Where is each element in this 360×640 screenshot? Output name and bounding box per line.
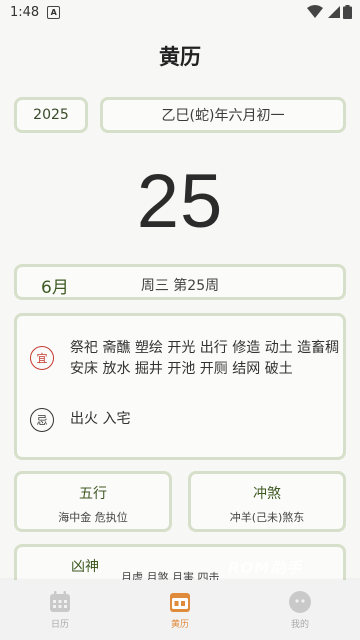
- nav-item-almanac[interactable]: 黄历: [140, 590, 220, 630]
- signal-icon: [328, 6, 340, 18]
- wuxing-title: 五行: [79, 486, 107, 502]
- chongsha-card[interactable]: 冲煞 冲羊(己未)煞东: [188, 471, 346, 532]
- month-week-row[interactable]: 周三 第25周 6月: [14, 264, 346, 300]
- notification-a-icon: A: [47, 5, 61, 19]
- wifi-icon: [307, 5, 323, 18]
- bottom-nav: 日历 黄历 我的: [0, 580, 360, 640]
- yi-seal-icon: 宜: [30, 346, 54, 370]
- calendar-icon: [50, 591, 70, 612]
- nav-label-profile: 我的: [290, 620, 309, 630]
- nav-item-calendar[interactable]: 日历: [20, 590, 100, 630]
- almanac-icon: [170, 593, 190, 612]
- day-number: 25: [136, 159, 224, 244]
- status-bar: 1:48 A: [0, 0, 360, 24]
- profile-icon: [289, 591, 311, 613]
- lunar-date-button[interactable]: 乙巳(蛇)年六月初一: [100, 97, 346, 133]
- yi-ji-panel: 宜 祭祀 斋醮 塑绘 开光 出行 修造 动土 造畜稠 安床 放水 掘井 开池 开…: [14, 313, 346, 460]
- wuxing-value: 海中金 危执位: [58, 511, 128, 524]
- nav-label-calendar: 日历: [50, 620, 69, 630]
- month-label: 6月: [41, 278, 69, 298]
- chongsha-value: 冲羊(己未)煞东: [229, 511, 305, 524]
- nav-label-almanac: 黄历: [170, 620, 189, 630]
- status-time: 1:48: [10, 4, 40, 20]
- battery-icon: [343, 5, 352, 19]
- wuxing-card[interactable]: 五行 海中金 危执位: [14, 471, 172, 532]
- ji-seal-icon: 忌: [30, 408, 54, 432]
- ji-activities: 出火 入宅: [70, 411, 131, 427]
- xiongshen-title: 凶神: [71, 559, 99, 575]
- yi-activities: 祭祀 斋醮 塑绘 开光 出行 修造 动土 造畜稠 安床 放水 掘井 开池 开厕 …: [70, 340, 340, 377]
- chongsha-title: 冲煞: [253, 486, 281, 502]
- year-selector-button[interactable]: 2025: [14, 97, 88, 133]
- page-title: 黄历: [159, 45, 201, 69]
- watermark: ROM助手: [228, 559, 303, 577]
- nav-item-profile[interactable]: 我的: [260, 590, 340, 630]
